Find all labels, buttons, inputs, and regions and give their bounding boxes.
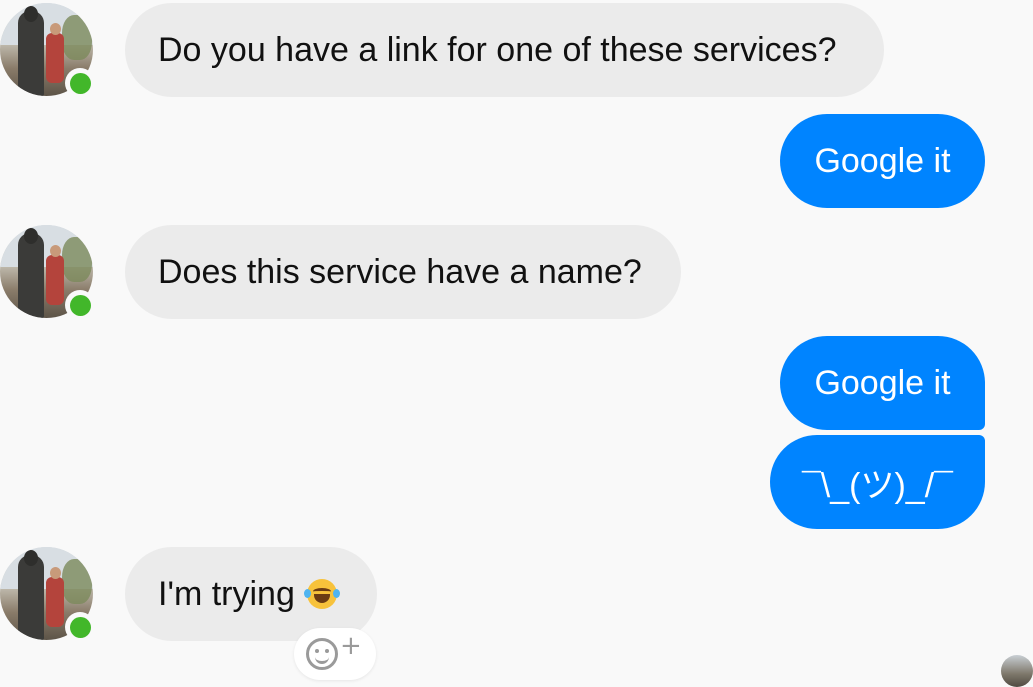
- message-bubble-incoming[interactable]: Do you have a link for one of these serv…: [125, 3, 884, 97]
- read-receipt-avatar-icon: [1001, 655, 1033, 687]
- message-bubble-outgoing[interactable]: Google it: [780, 336, 985, 430]
- online-status-icon: [65, 612, 95, 642]
- online-status-icon: [65, 68, 95, 98]
- add-reaction-button[interactable]: +: [294, 628, 376, 680]
- message-bubble-incoming[interactable]: I'm trying: [125, 547, 377, 641]
- message-bubble-outgoing[interactable]: ¯\_(ツ)_/¯: [770, 435, 985, 529]
- message-text: Do you have a link for one of these serv…: [158, 30, 837, 69]
- contact-avatar[interactable]: [0, 3, 95, 98]
- contact-avatar[interactable]: [0, 225, 95, 320]
- message-text: I'm trying: [158, 574, 295, 613]
- message-bubble-outgoing[interactable]: Google it: [780, 114, 985, 208]
- message-text: Google it: [814, 363, 951, 402]
- tears-of-joy-icon: [303, 579, 340, 609]
- message-text: ¯\_(ツ)_/¯: [802, 466, 953, 505]
- online-status-icon: [65, 290, 95, 320]
- message-text: Does this service have a name?: [158, 252, 642, 291]
- smiley-icon: [306, 638, 338, 670]
- plus-icon: +: [340, 631, 362, 661]
- message-text: Google it: [814, 141, 951, 180]
- contact-avatar[interactable]: [0, 547, 95, 642]
- message-bubble-incoming[interactable]: Does this service have a name?: [125, 225, 681, 319]
